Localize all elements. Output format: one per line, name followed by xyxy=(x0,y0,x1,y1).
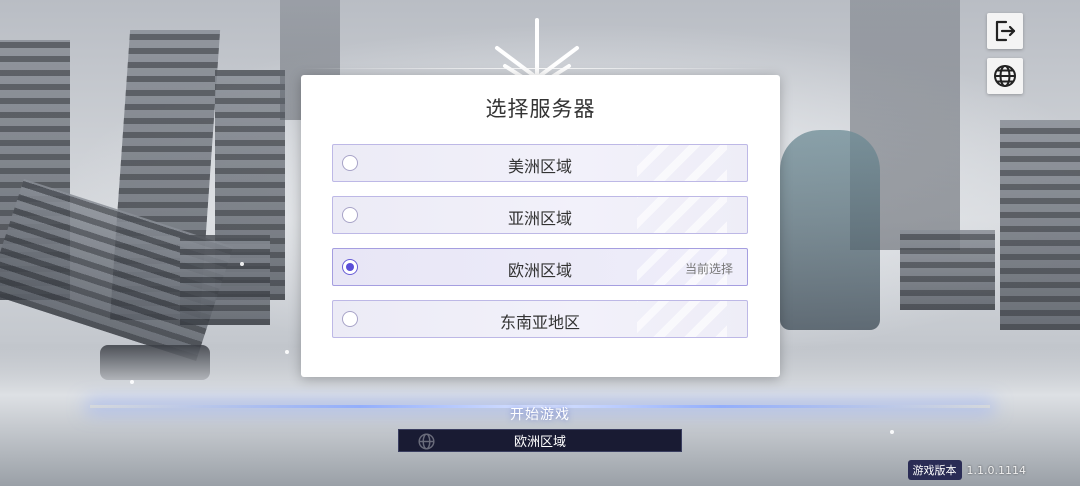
ruined-building xyxy=(180,235,270,325)
start-game-button[interactable]: 开始游戏 xyxy=(0,404,1080,424)
server-name: 亚洲区域 xyxy=(507,209,572,228)
dialog-title: 选择服务器 xyxy=(485,97,596,121)
server-option-americas[interactable]: 美洲区域 xyxy=(332,144,748,182)
ruined-building xyxy=(900,230,995,310)
ruined-building xyxy=(1000,120,1080,330)
snowflake xyxy=(130,380,134,384)
globe-icon xyxy=(418,433,435,450)
version-info: 游戏版本 1.1.0.1114 xyxy=(907,460,1026,480)
version-label: 游戏版本 xyxy=(907,460,962,480)
language-button[interactable] xyxy=(987,58,1023,94)
dialog-top-divider xyxy=(301,68,780,69)
giant-creature xyxy=(780,130,880,330)
current-selection-tag: 当前选择 xyxy=(684,262,733,276)
server-name: 美洲区域 xyxy=(507,157,572,176)
version-number: 1.1.0.1114 xyxy=(966,463,1026,477)
server-name: 东南亚地区 xyxy=(499,313,580,332)
snowflake xyxy=(890,430,894,434)
region-select-bar[interactable]: 欧洲区域 xyxy=(398,429,682,452)
snowflake xyxy=(240,262,244,266)
globe-icon xyxy=(994,65,1016,87)
server-option-europe[interactable]: 欧洲区域 当前选择 xyxy=(332,248,748,286)
server-option-southeast-asia[interactable]: 东南亚地区 xyxy=(332,300,748,338)
snowflake xyxy=(285,350,289,354)
current-region-label: 欧洲区域 xyxy=(513,435,566,450)
exit-icon xyxy=(995,20,1016,42)
server-option-asia[interactable]: 亚洲区域 xyxy=(332,196,748,234)
exit-button[interactable] xyxy=(987,13,1023,49)
server-select-dialog: 选择服务器 美洲区域 亚洲区域 欧洲区域 当前选择 东南亚地区 xyxy=(301,75,780,377)
server-list: 美洲区域 亚洲区域 欧洲区域 当前选择 东南亚地区 xyxy=(332,144,748,352)
